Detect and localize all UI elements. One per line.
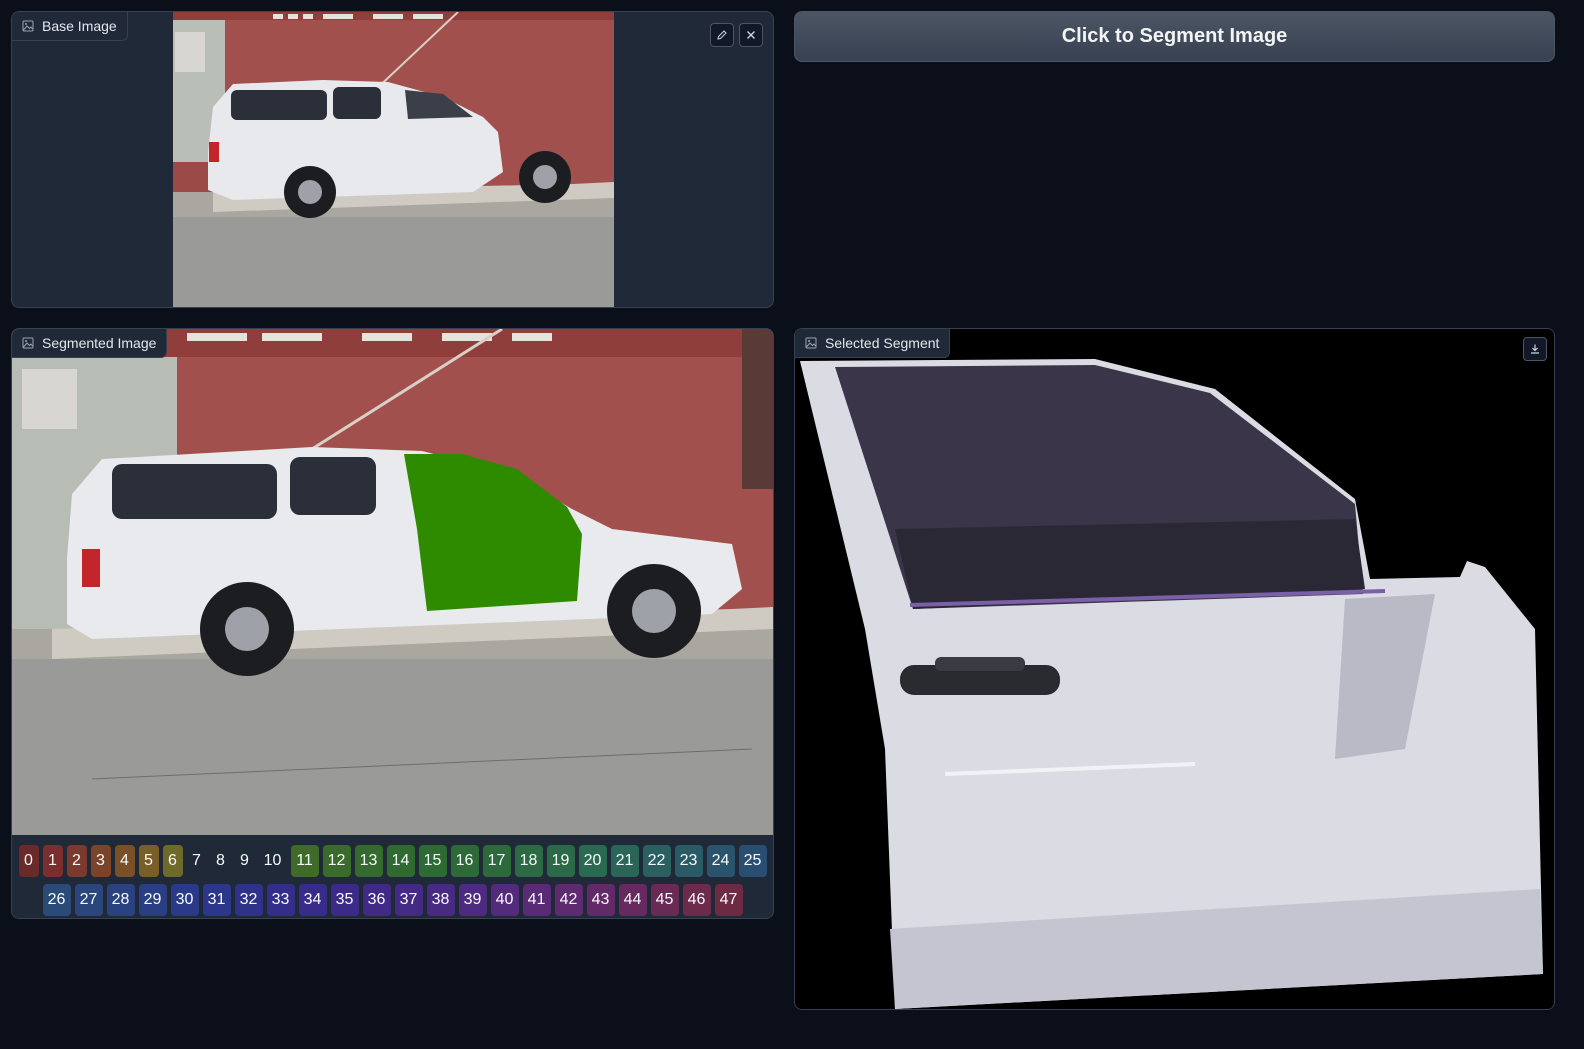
segment-chip-22[interactable]: 22: [642, 845, 671, 877]
segment-chip-45[interactable]: 45: [650, 884, 679, 916]
segment-chip-7[interactable]: 7: [186, 845, 207, 877]
segment-chip-10[interactable]: 10: [258, 845, 287, 877]
segment-chip-8[interactable]: 8: [210, 845, 231, 877]
segment-legend: 0 1 2 3 4 5 6 7 8 9 10 11 12 13 14 15 16 17 18 19 20 21 22 23 24…: [12, 835, 773, 918]
segment-chip-36[interactable]: 36: [362, 884, 391, 916]
segment-chip-30[interactable]: 30: [170, 884, 199, 916]
download-icon[interactable]: [1523, 337, 1547, 361]
segment-chip-4[interactable]: 4: [114, 845, 135, 877]
segment-chip-39[interactable]: 39: [458, 884, 487, 916]
segment-chip-42[interactable]: 42: [554, 884, 583, 916]
segment-chip-28[interactable]: 28: [106, 884, 135, 916]
segment-chip-43[interactable]: 43: [586, 884, 615, 916]
base-image-label: Base Image: [42, 18, 117, 34]
segment-chip-40[interactable]: 40: [490, 884, 519, 916]
image-icon: [22, 337, 34, 349]
segmented-image-label-tag: Segmented Image: [12, 329, 168, 358]
segment-chip-15[interactable]: 15: [418, 845, 447, 877]
segment-image-button[interactable]: Click to Segment Image: [794, 11, 1555, 62]
segment-chip-12[interactable]: 12: [322, 845, 351, 877]
segment-chip-3[interactable]: 3: [90, 845, 111, 877]
segment-chip-0[interactable]: 0: [18, 845, 39, 877]
segment-chip-1[interactable]: 1: [42, 845, 63, 877]
segment-chip-26[interactable]: 26: [42, 884, 71, 916]
segment-chip-46[interactable]: 46: [682, 884, 711, 916]
segment-chip-35[interactable]: 35: [330, 884, 359, 916]
selected-segment-label-tag: Selected Segment: [795, 329, 951, 358]
segment-chip-5[interactable]: 5: [138, 845, 159, 877]
segmented-image-panel: Segmented Image 0 1 2 3 4 5 6 7 8 9 10 11 12 13 14 15 16…: [11, 328, 774, 919]
image-icon: [22, 20, 34, 32]
segment-chip-47[interactable]: 47: [714, 884, 743, 916]
segment-chip-16[interactable]: 16: [450, 845, 479, 877]
segment-chip-27[interactable]: 27: [74, 884, 103, 916]
selected-segment-panel: Selected Segment: [794, 328, 1555, 1010]
segment-chip-20[interactable]: 20: [578, 845, 607, 877]
segment-chip-13[interactable]: 13: [354, 845, 383, 877]
segment-chip-24[interactable]: 24: [706, 845, 735, 877]
segment-chip-33[interactable]: 33: [266, 884, 295, 916]
segment-chip-38[interactable]: 38: [426, 884, 455, 916]
segment-chip-31[interactable]: 31: [202, 884, 231, 916]
segment-chip-21[interactable]: 21: [610, 845, 639, 877]
segment-chip-44[interactable]: 44: [618, 884, 647, 916]
image-icon: [805, 337, 817, 349]
segment-chip-18[interactable]: 18: [514, 845, 543, 877]
segment-chip-17[interactable]: 17: [482, 845, 511, 877]
segment-chip-25[interactable]: 25: [738, 845, 767, 877]
selected-segment-label: Selected Segment: [825, 335, 940, 351]
segmented-truck-image[interactable]: [12, 329, 773, 835]
segment-chip-34[interactable]: 34: [298, 884, 327, 916]
segment-chip-37[interactable]: 37: [394, 884, 423, 916]
legend-row-2: 26 27 28 29 30 31 32 33 34 35 36 37 38 39 40 41 42 43 44 45…: [12, 884, 773, 916]
segment-chip-23[interactable]: 23: [674, 845, 703, 877]
legend-row-1: 0 1 2 3 4 5 6 7 8 9 10 11 12 13 14 15 16 17 18 19 20 21 22 23 24…: [12, 845, 773, 877]
segment-chip-11[interactable]: 11: [290, 845, 319, 877]
segment-chip-14[interactable]: 14: [386, 845, 415, 877]
segment-chip-32[interactable]: 32: [234, 884, 263, 916]
segment-chip-19[interactable]: 19: [546, 845, 575, 877]
segment-chip-9[interactable]: 9: [234, 845, 255, 877]
segmented-image-label: Segmented Image: [42, 335, 157, 351]
segment-chip-41[interactable]: 41: [522, 884, 551, 916]
segment-chip-29[interactable]: 29: [138, 884, 167, 916]
base-truck-photo: [173, 12, 614, 307]
segment-chip-6[interactable]: 6: [162, 845, 183, 877]
base-image-panel: Base Image: [11, 11, 774, 308]
selected-door-segment: [795, 329, 1554, 1009]
base-image-label-tag: Base Image: [12, 12, 128, 41]
close-icon[interactable]: [739, 23, 763, 47]
segment-chip-2[interactable]: 2: [66, 845, 87, 877]
pencil-icon[interactable]: [710, 23, 734, 47]
